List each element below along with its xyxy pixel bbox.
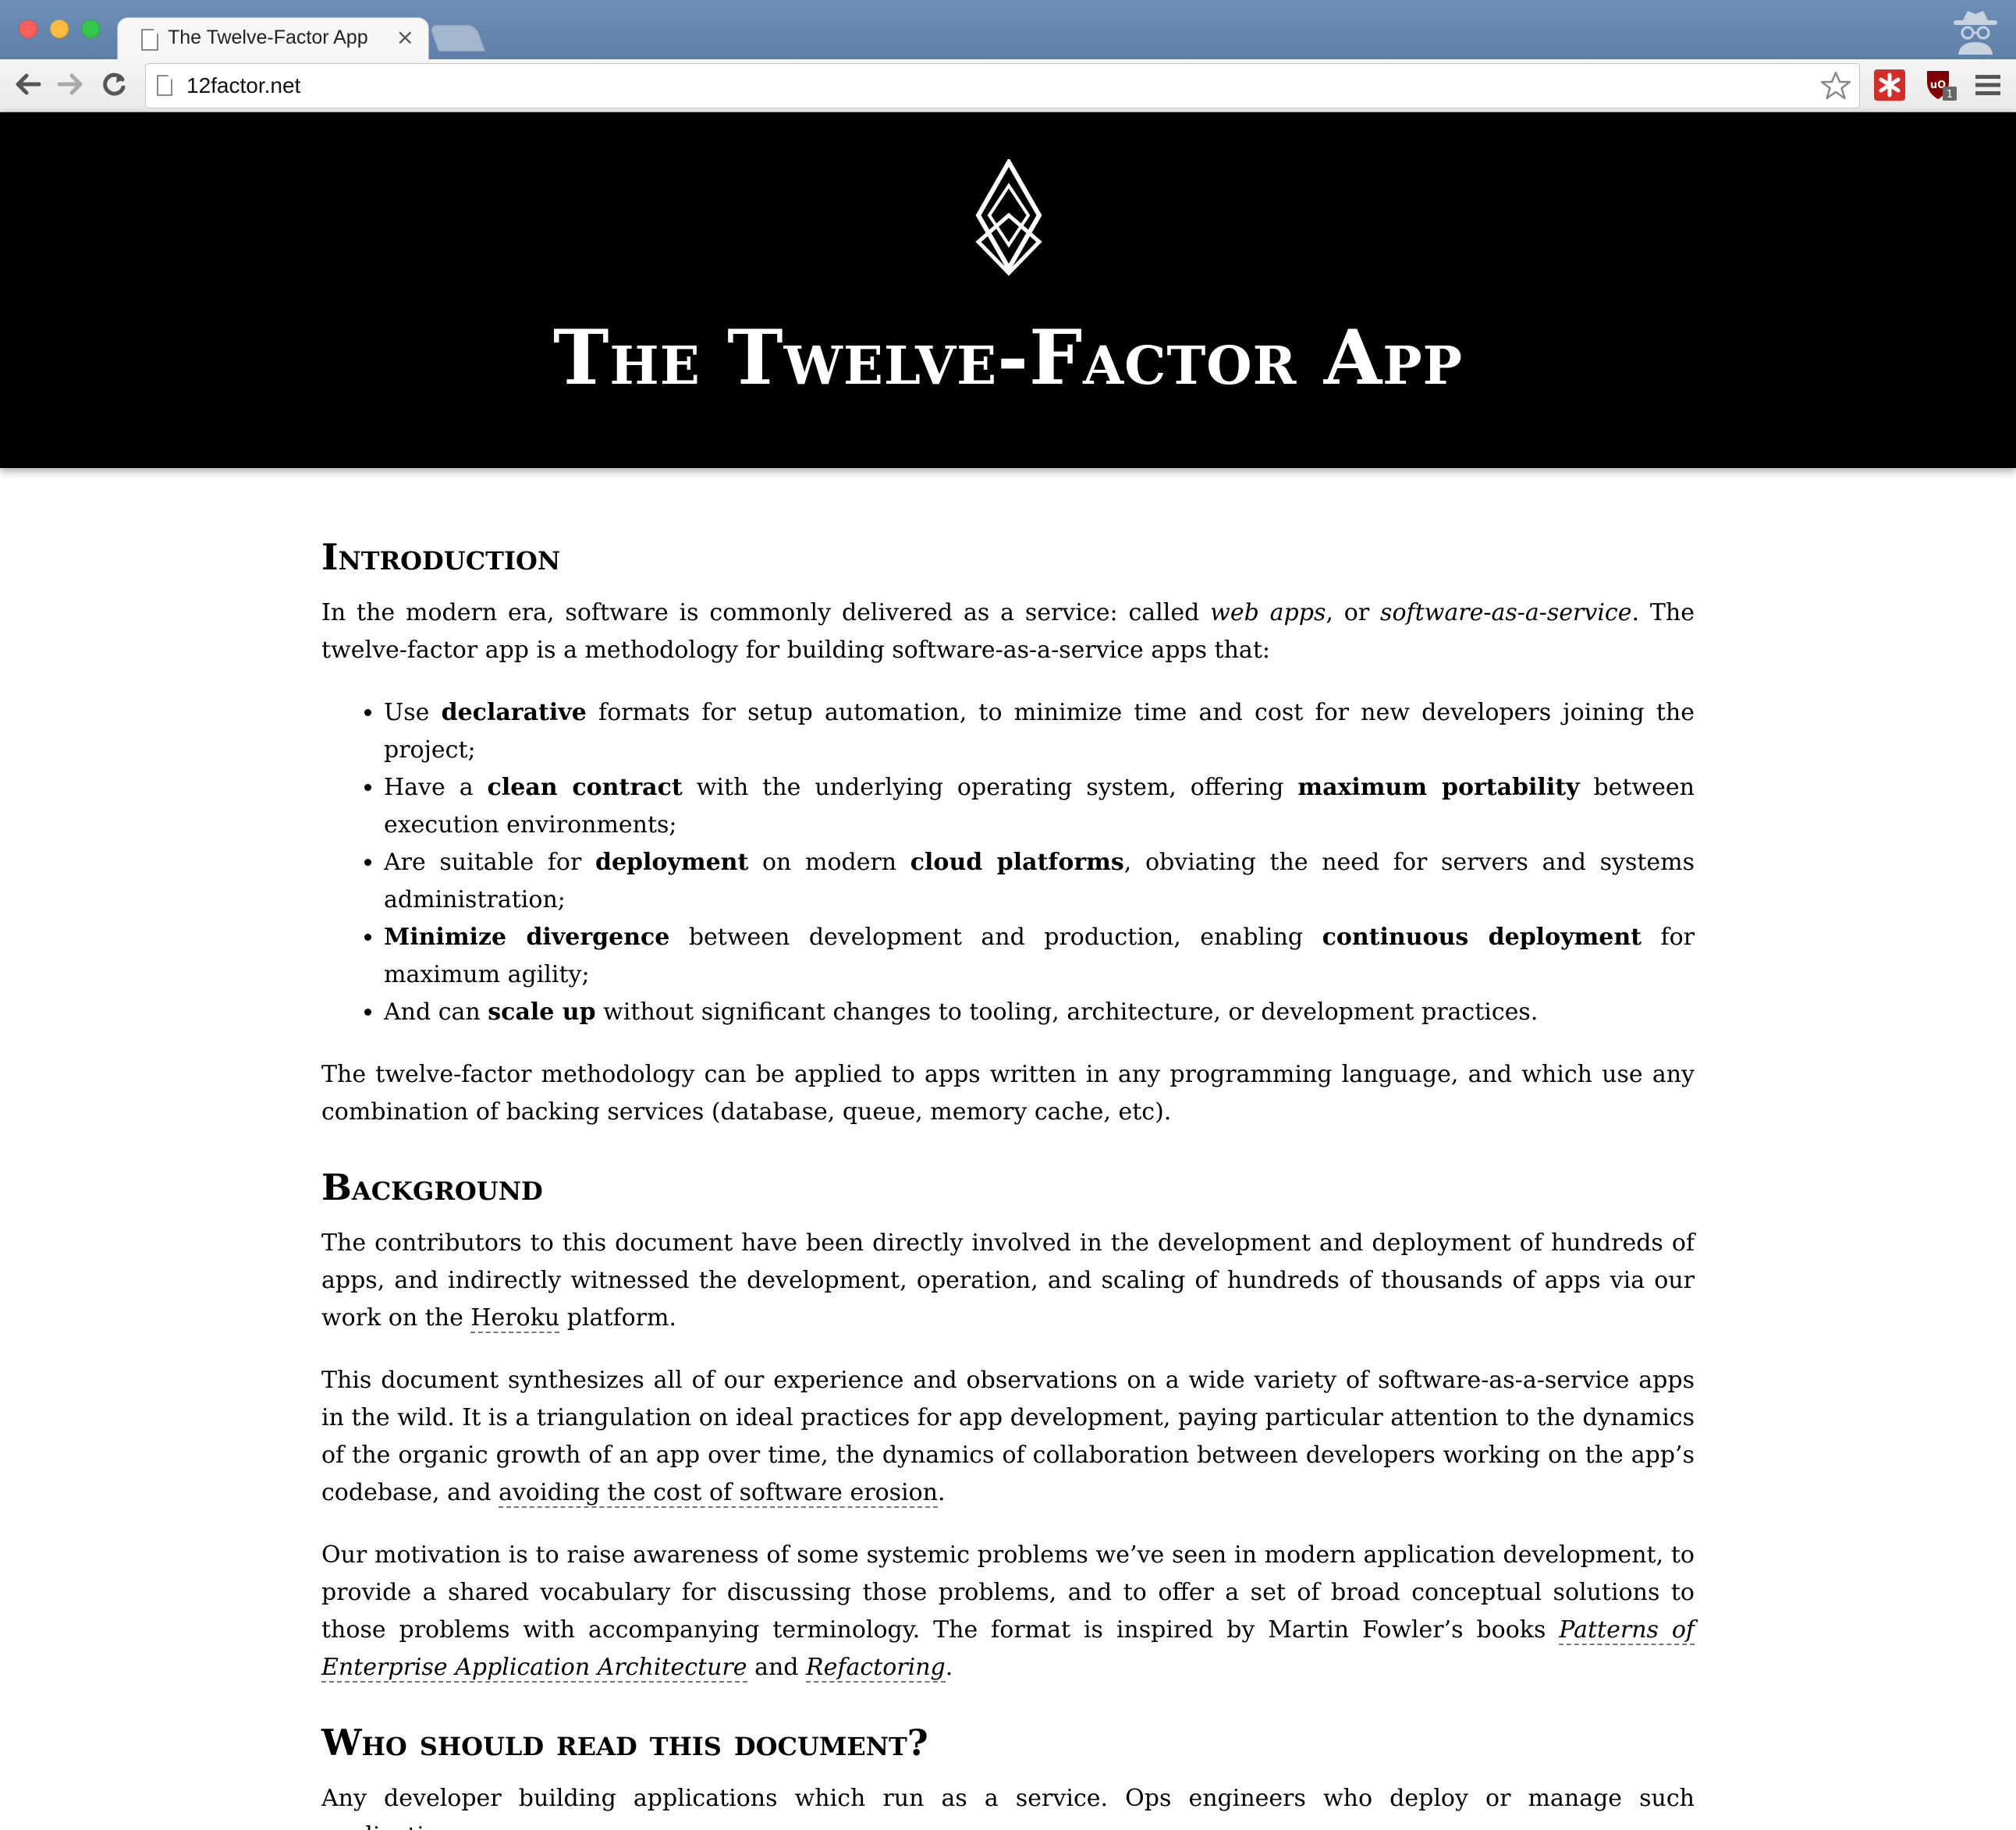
text: without significant changes to tooling, … bbox=[595, 998, 1539, 1026]
emphasis: web apps bbox=[1210, 599, 1326, 626]
text: with the underlying operating system, of… bbox=[682, 774, 1298, 801]
address-bar[interactable]: 12factor.net bbox=[145, 63, 1860, 108]
paragraph: In the modern era, software is commonly … bbox=[321, 594, 1695, 669]
ublock-icon[interactable]: uO 1 bbox=[1924, 68, 1958, 102]
url-text: 12factor.net bbox=[186, 73, 301, 98]
close-window-button[interactable] bbox=[19, 20, 37, 38]
forward-icon[interactable] bbox=[53, 67, 87, 101]
text: . bbox=[945, 1654, 953, 1681]
paragraph: This document synthesizes all of our exp… bbox=[321, 1362, 1695, 1512]
feature-list: Use declarative formats for setup automa… bbox=[384, 694, 1695, 1031]
reload-icon[interactable] bbox=[97, 67, 131, 101]
text: between development and production, enab… bbox=[669, 924, 1322, 951]
minimize-window-button[interactable] bbox=[50, 20, 69, 38]
paragraph: Our motivation is to raise awareness of … bbox=[321, 1537, 1695, 1686]
paragraph: The contributors to this document have b… bbox=[321, 1225, 1695, 1337]
zoom-window-button[interactable] bbox=[81, 20, 100, 38]
text: platform. bbox=[559, 1304, 676, 1332]
text: In the modern era, software is commonly … bbox=[321, 599, 1211, 626]
page-icon bbox=[157, 75, 172, 96]
text: Are suitable for bbox=[384, 849, 595, 876]
text: . bbox=[938, 1479, 946, 1506]
ublock-badge-count: 1 bbox=[1947, 89, 1953, 101]
paragraph: Any developer building applications whic… bbox=[321, 1785, 1695, 1830]
audience-section: Who should read this document? Any devel… bbox=[321, 1719, 1695, 1830]
section-heading: Introduction bbox=[321, 536, 561, 578]
bookmark-star-icon[interactable] bbox=[1820, 70, 1851, 101]
back-icon[interactable] bbox=[11, 67, 45, 101]
site-header: The Twelve-Factor App bbox=[0, 112, 2016, 468]
text: And can bbox=[384, 998, 488, 1026]
new-tab-button[interactable] bbox=[428, 25, 486, 51]
site-title: The Twelve-Factor App bbox=[552, 314, 1464, 402]
list-item: Have a clean contract with the underlyin… bbox=[384, 769, 1695, 844]
refactoring-book-link[interactable]: Refactoring bbox=[806, 1654, 946, 1683]
list-item: Use declarative formats for setup automa… bbox=[384, 694, 1695, 769]
text: and bbox=[747, 1654, 807, 1681]
text: on modern bbox=[748, 849, 910, 876]
close-tab-button[interactable]: × bbox=[396, 24, 414, 50]
lastpass-icon[interactable] bbox=[1872, 68, 1907, 102]
strong: maximum portability bbox=[1297, 774, 1580, 801]
introduction-section: Introduction In the modern era, software… bbox=[321, 534, 1695, 1131]
incognito-icon bbox=[1954, 11, 1997, 55]
paragraph: The twelve-factor methodology can be app… bbox=[321, 1061, 1695, 1126]
menu-icon[interactable] bbox=[1971, 68, 2005, 102]
text: Our motivation is to raise awareness of … bbox=[321, 1541, 1695, 1644]
strong: Minimize divergence bbox=[384, 924, 670, 951]
strong: continuous deployment bbox=[1322, 924, 1642, 951]
text: Use bbox=[384, 699, 442, 726]
tab-active[interactable]: The Twelve-Factor App × bbox=[117, 17, 429, 61]
browser-toolbar: 12factor.net uO 1 bbox=[0, 59, 2016, 112]
main-content: Introduction In the modern era, software… bbox=[321, 534, 1695, 1830]
emphasis: software-as-a-service bbox=[1380, 599, 1632, 626]
background-section: Background The contributors to this docu… bbox=[321, 1164, 1695, 1686]
section-heading: Background bbox=[321, 1166, 543, 1208]
twelve-factor-logo-icon bbox=[975, 159, 1042, 276]
list-item: Are suitable for deployment on modern cl… bbox=[384, 844, 1695, 919]
list-item: And can scale up without significant cha… bbox=[384, 994, 1695, 1031]
strong: scale up bbox=[488, 998, 596, 1026]
strong: cloud platforms bbox=[910, 849, 1124, 876]
tab-title: The Twelve-Factor App bbox=[168, 27, 368, 48]
software-erosion-link[interactable]: avoiding the cost of software erosion bbox=[499, 1479, 939, 1508]
heroku-link[interactable]: Heroku bbox=[470, 1304, 560, 1333]
browser-titlebar: The Twelve-Factor App × bbox=[0, 0, 2016, 61]
section-heading: Who should read this document? bbox=[321, 1722, 928, 1764]
list-item: Minimize divergence between development … bbox=[384, 919, 1695, 994]
strong: declarative bbox=[441, 699, 587, 726]
page-icon bbox=[141, 29, 158, 51]
text: Have a bbox=[384, 774, 488, 801]
strong: clean contract bbox=[487, 774, 683, 801]
text: , or bbox=[1326, 599, 1381, 626]
strong: deployment bbox=[595, 849, 749, 876]
